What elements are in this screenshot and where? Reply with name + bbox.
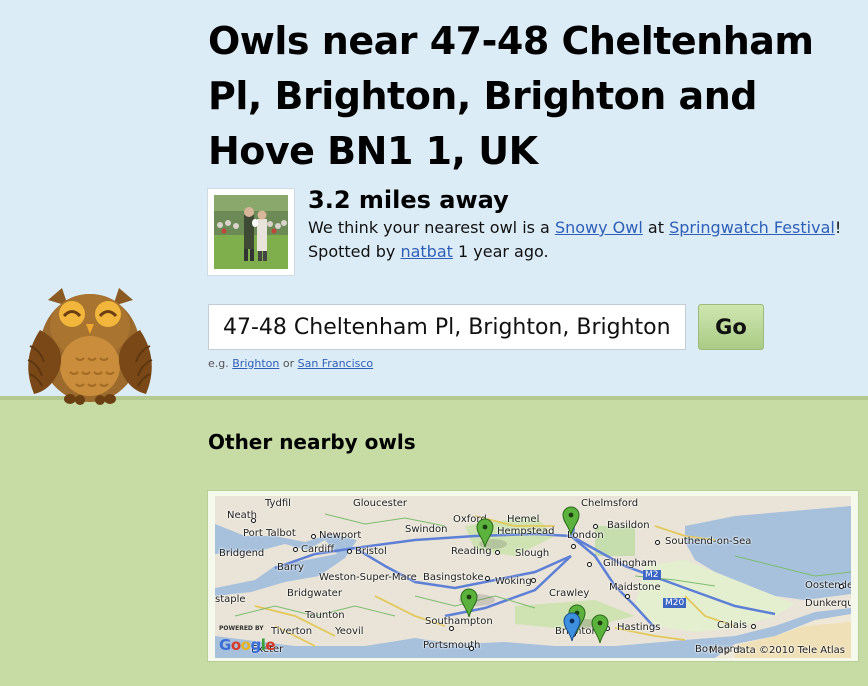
map-label: Weston-Super-Mare bbox=[319, 572, 417, 583]
map-label: Taunton bbox=[305, 610, 345, 621]
nearest-description: We think your nearest owl is a Snowy Owl… bbox=[308, 216, 858, 264]
map-label: Woking bbox=[495, 576, 532, 587]
owl-map-marker[interactable] bbox=[476, 518, 494, 548]
desc-text: We think your nearest owl is a bbox=[308, 218, 555, 237]
desc-text: ! bbox=[834, 218, 842, 237]
city-dot bbox=[625, 594, 630, 599]
map-label: Hemel bbox=[507, 514, 540, 525]
map-label: Southend-on-Sea bbox=[665, 536, 752, 547]
map-label: staple bbox=[215, 594, 246, 605]
examples-or: or bbox=[279, 357, 298, 370]
nearest-distance: 3.2 miles away bbox=[308, 186, 509, 214]
map-label: Chelmsford bbox=[581, 498, 639, 509]
city-dot bbox=[469, 646, 474, 651]
map-label: Basingstoke bbox=[423, 572, 484, 583]
city-dot bbox=[311, 534, 316, 539]
go-button[interactable]: Go bbox=[698, 304, 764, 350]
map-label: Dunkerque bbox=[805, 598, 851, 609]
map-label: Calais bbox=[717, 620, 748, 631]
city-dot bbox=[449, 626, 454, 631]
map-label: Hastings bbox=[617, 622, 661, 633]
map-copyright: Map data ©2010 Tele Atlas bbox=[709, 645, 845, 656]
map-label: Bridgend bbox=[219, 548, 265, 559]
city-dot bbox=[751, 624, 756, 629]
city-dot bbox=[293, 547, 298, 552]
map-label: Swindon bbox=[405, 524, 448, 535]
map-label: Slough bbox=[515, 548, 550, 559]
current-location-marker[interactable] bbox=[563, 612, 581, 642]
page-title: Owls near 47-48 Cheltenham Pl, Brighton,… bbox=[208, 19, 814, 173]
map-label: Gloucester bbox=[353, 498, 408, 509]
owl-photo-image bbox=[214, 195, 288, 269]
user-link[interactable]: natbat bbox=[400, 242, 452, 261]
map-label: Barry bbox=[277, 562, 304, 573]
nearby-owls-heading: Other nearby owls bbox=[208, 430, 416, 454]
map-label: Basildon bbox=[607, 520, 650, 531]
city-dot bbox=[485, 576, 490, 581]
map-label: Hempstead bbox=[497, 526, 555, 537]
powered-by-label: POWERED BY bbox=[219, 625, 264, 632]
location-search-input[interactable] bbox=[208, 304, 686, 350]
nearest-owl-photo[interactable] bbox=[207, 188, 295, 276]
owl-map-marker[interactable] bbox=[591, 614, 609, 644]
species-link[interactable]: Snowy Owl bbox=[555, 218, 643, 237]
city-dot bbox=[531, 578, 536, 583]
map-label: Oostende bbox=[805, 580, 851, 591]
map-label: Bridgwater bbox=[287, 588, 342, 599]
map-label: Tiverton bbox=[271, 626, 313, 637]
city-dot bbox=[347, 549, 352, 554]
nearby-owls-map-frame: Tydfil Gloucester Chelmsford Neath Oxfor… bbox=[207, 490, 859, 662]
motorway-shield: M2 bbox=[643, 570, 661, 580]
motorway-shield: M20 bbox=[663, 598, 687, 608]
spotted-time: 1 year ago. bbox=[452, 242, 549, 261]
map-label: Newport bbox=[319, 530, 362, 541]
example-link-san-francisco[interactable]: San Francisco bbox=[298, 357, 374, 370]
map-label: Yeovil bbox=[335, 626, 364, 637]
map-label: Port Talbot bbox=[243, 528, 296, 539]
city-dot bbox=[571, 544, 576, 549]
map-label: Gillingham bbox=[603, 558, 657, 569]
example-link-brighton[interactable]: Brighton bbox=[232, 357, 279, 370]
city-dot bbox=[251, 518, 256, 523]
city-dot bbox=[587, 562, 592, 567]
owl-mascot-icon bbox=[27, 288, 153, 405]
owl-map-marker[interactable] bbox=[562, 506, 580, 536]
desc-text: at bbox=[642, 218, 670, 237]
place-link[interactable]: Springwatch Festival bbox=[669, 218, 835, 237]
city-dot bbox=[593, 524, 598, 529]
map-label: Cardiff bbox=[301, 544, 335, 555]
map-label: Tydfil bbox=[265, 498, 291, 509]
search-examples: e.g. Brighton or San Francisco bbox=[208, 357, 373, 370]
nearby-owls-map[interactable]: Tydfil Gloucester Chelmsford Neath Oxfor… bbox=[215, 496, 851, 658]
map-label: Maidstone bbox=[609, 582, 661, 593]
map-label: Southampton bbox=[425, 616, 493, 627]
city-dot bbox=[655, 540, 660, 545]
google-logo[interactable]: Google bbox=[219, 636, 276, 654]
examples-prefix: e.g. bbox=[208, 357, 233, 370]
city-dot bbox=[495, 550, 500, 555]
spotted-text: Spotted by bbox=[308, 242, 401, 261]
map-label: Bristol bbox=[355, 546, 387, 557]
city-dot bbox=[839, 584, 844, 589]
map-label: Crawley bbox=[549, 588, 590, 599]
owl-map-marker[interactable] bbox=[460, 588, 478, 618]
